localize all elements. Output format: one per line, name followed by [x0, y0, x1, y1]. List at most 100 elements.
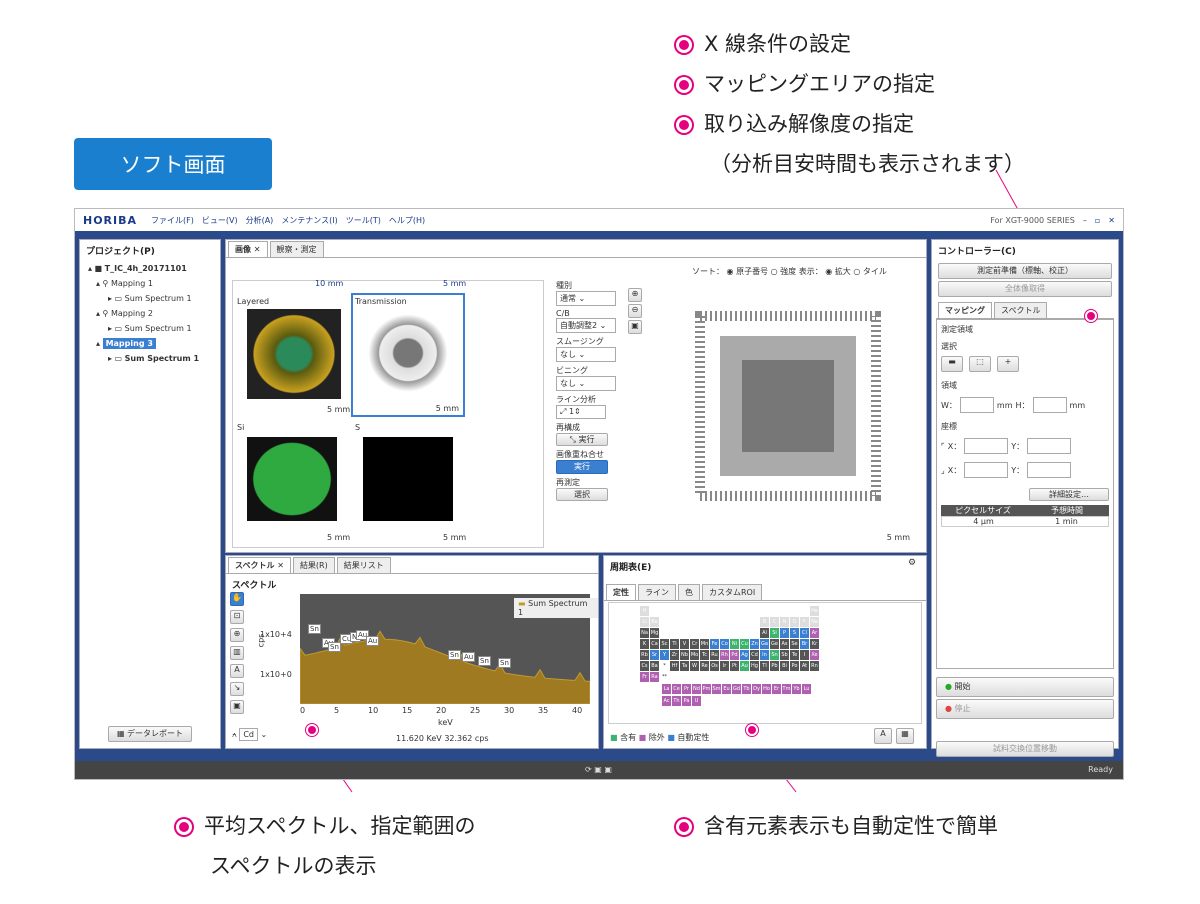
- add-icon[interactable]: +: [997, 356, 1019, 372]
- element-cell[interactable]: O: [789, 616, 800, 628]
- element-cell[interactable]: Tb: [741, 683, 752, 695]
- element-cell[interactable]: Zn: [749, 638, 760, 650]
- menu-file[interactable]: ファイル(F): [151, 215, 194, 226]
- tile-s[interactable]: [363, 437, 453, 521]
- element-cell[interactable]: Sr: [649, 649, 660, 661]
- element-cell[interactable]: Sb: [779, 649, 790, 661]
- tree-item[interactable]: ▴ ⚲ Mapping 1: [88, 276, 220, 291]
- width-input[interactable]: [959, 397, 994, 413]
- auto-qual-icon[interactable]: A: [874, 728, 892, 744]
- element-cell[interactable]: Eu: [721, 683, 732, 695]
- element-cell[interactable]: In: [759, 649, 770, 661]
- element-cell[interactable]: Nb: [679, 649, 690, 661]
- large-image[interactable]: 5 mm: [660, 286, 916, 544]
- element-cell[interactable]: Pd: [729, 649, 740, 661]
- tab-result[interactable]: 結果(R): [292, 557, 335, 573]
- element-cell[interactable]: Cr: [689, 638, 700, 650]
- element-cell[interactable]: U: [691, 695, 702, 707]
- kind-select[interactable]: 通常 ⌄: [556, 291, 616, 306]
- element-cell[interactable]: Al: [759, 627, 770, 639]
- menu-view[interactable]: ビュー(V): [202, 215, 238, 226]
- element-cell[interactable]: Pm: [701, 683, 712, 695]
- tab-mapping[interactable]: マッピング: [938, 302, 992, 318]
- tree-item[interactable]: ▴ ⚲ Mapping 2: [88, 306, 220, 321]
- prep-button[interactable]: 測定前準備（標軸、校正）: [938, 263, 1112, 279]
- element-cell[interactable]: Po: [789, 660, 800, 672]
- tile-transmission[interactable]: Transmission 5 mm: [351, 293, 465, 417]
- tile-layered[interactable]: [247, 309, 341, 399]
- cursor-icon[interactable]: ↘: [230, 682, 244, 696]
- zoom-icon[interactable]: ⊕: [230, 628, 244, 642]
- element-cell[interactable]: Fe: [709, 638, 720, 650]
- element-cell[interactable]: Re: [699, 660, 710, 672]
- element-cell[interactable]: Cs: [639, 660, 650, 672]
- element-select[interactable]: Cd: [239, 728, 259, 741]
- close-icon[interactable]: ✕: [1108, 216, 1115, 225]
- tree-item[interactable]: ▴ ■ T_IC_4h_20171101: [88, 261, 220, 276]
- element-cell[interactable]: S: [789, 627, 800, 639]
- x1-input[interactable]: [964, 438, 1009, 454]
- element-cell[interactable]: Ar: [809, 627, 820, 639]
- element-cell[interactable]: Mg: [649, 627, 660, 639]
- element-cell[interactable]: Pb: [769, 660, 780, 672]
- element-cell[interactable]: Pt: [729, 660, 740, 672]
- element-cell[interactable]: Ga: [759, 638, 770, 650]
- element-cell[interactable]: Cu: [739, 638, 750, 650]
- full-area-icon[interactable]: ▬: [941, 356, 963, 372]
- element-cell[interactable]: La: [661, 683, 672, 695]
- element-cell[interactable]: N: [779, 616, 790, 628]
- select-button[interactable]: 選択: [556, 488, 608, 501]
- element-cell[interactable]: Cd: [749, 649, 760, 661]
- element-cell[interactable]: Bi: [779, 660, 790, 672]
- y1-input[interactable]: [1027, 438, 1072, 454]
- zoom-in-icon[interactable]: ⊕: [628, 288, 642, 302]
- element-cell[interactable]: Ni: [729, 638, 740, 650]
- element-cell[interactable]: Au: [739, 660, 750, 672]
- rect-select-icon[interactable]: ⬚: [969, 356, 991, 372]
- element-cell[interactable]: Kr: [809, 638, 820, 650]
- element-cell[interactable]: W: [689, 660, 700, 672]
- element-cell[interactable]: Sm: [711, 683, 722, 695]
- tab-custom-roi[interactable]: カスタムROI: [702, 584, 763, 600]
- tree-item[interactable]: ▸ ▭ Sum Spectrum 1: [88, 321, 220, 336]
- tree-item[interactable]: ▸ ▭ Sum Spectrum 1: [88, 351, 220, 366]
- menu-analysis[interactable]: 分析(A): [246, 215, 274, 226]
- grid-icon[interactable]: ▦: [896, 728, 914, 744]
- element-cell[interactable]: Tc: [699, 649, 710, 661]
- tab-line[interactable]: ライン: [638, 584, 676, 600]
- smooth-select[interactable]: なし ⌄: [556, 347, 616, 362]
- element-cell[interactable]: Ra: [649, 671, 660, 683]
- element-cell[interactable]: Ir: [719, 660, 730, 672]
- element-cell[interactable]: Rb: [639, 649, 650, 661]
- stop-button[interactable]: ● 停止: [936, 699, 1114, 719]
- element-cell[interactable]: Hg: [749, 660, 760, 672]
- overview-button[interactable]: 全体像取得: [938, 281, 1112, 297]
- gear-icon[interactable]: ⚙: [908, 558, 922, 572]
- zoom-out-icon[interactable]: ⊖: [628, 304, 642, 318]
- restore-icon[interactable]: ▫: [1095, 216, 1100, 225]
- element-cell[interactable]: Tl: [759, 660, 770, 672]
- element-cell[interactable]: Ag: [739, 649, 750, 661]
- element-cell[interactable]: Co: [719, 638, 730, 650]
- element-cell[interactable]: Li: [639, 616, 650, 628]
- element-cell[interactable]: H: [639, 605, 650, 617]
- element-cell[interactable]: Ho: [761, 683, 772, 695]
- tile-si[interactable]: [247, 437, 337, 521]
- element-cell[interactable]: As: [779, 638, 790, 650]
- element-cell[interactable]: Ac: [661, 695, 672, 707]
- recon-exec-button[interactable]: ⤡ 実行: [556, 433, 608, 446]
- x2-input[interactable]: [964, 462, 1009, 478]
- element-cell[interactable]: Dy: [751, 683, 762, 695]
- tab-color[interactable]: 色: [678, 584, 700, 600]
- tab-qual[interactable]: 定性: [606, 584, 636, 600]
- element-cell[interactable]: Th: [671, 695, 682, 707]
- tab-result-list[interactable]: 結果リスト: [336, 557, 391, 573]
- element-cell[interactable]: Yb: [791, 683, 802, 695]
- element-cell[interactable]: Gd: [731, 683, 742, 695]
- element-cell[interactable]: Br: [799, 638, 810, 650]
- element-cell[interactable]: Si: [769, 627, 780, 639]
- element-cell[interactable]: Ba: [649, 660, 660, 672]
- element-select-row[interactable]: ⍲ Cd ⌄: [232, 728, 267, 741]
- element-cell[interactable]: B: [759, 616, 770, 628]
- y2-input[interactable]: [1027, 462, 1072, 478]
